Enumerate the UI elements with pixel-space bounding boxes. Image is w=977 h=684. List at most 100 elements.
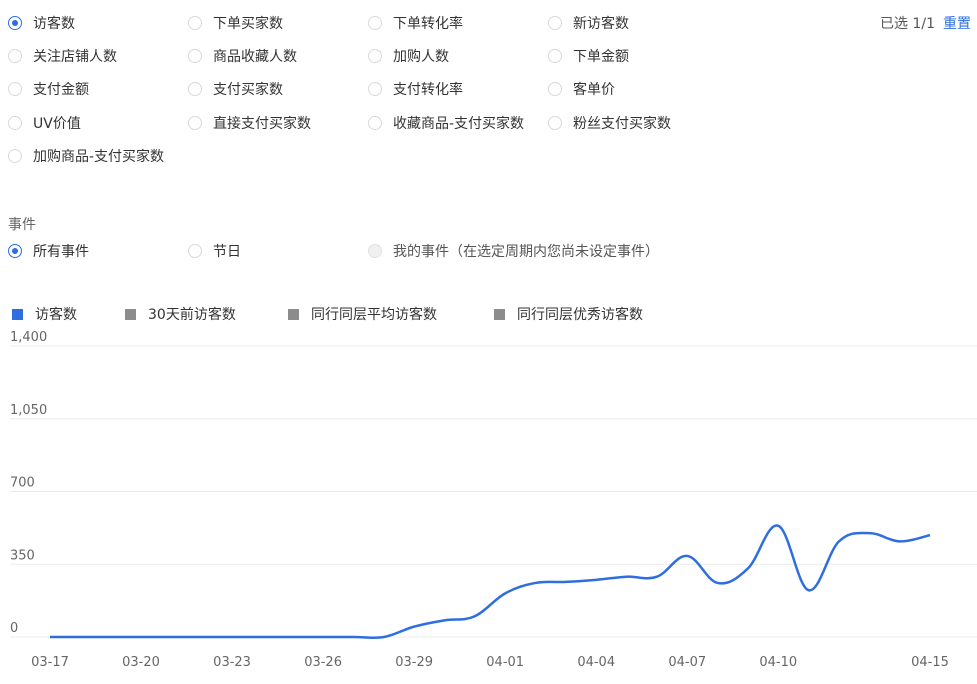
data-point — [837, 539, 841, 543]
legend-swatch — [12, 308, 23, 320]
metric-option[interactable]: 粉丝支付买家数 — [548, 113, 671, 133]
data-point — [412, 625, 416, 629]
event-option[interactable]: 节日 — [188, 241, 241, 261]
legend-item[interactable]: 同行同层平均访客数 — [288, 304, 437, 324]
metric-option[interactable]: 支付转化率 — [368, 79, 463, 99]
data-point — [534, 581, 538, 585]
data-point — [564, 580, 568, 584]
option-label: 下单金额 — [573, 49, 629, 65]
series-line-visitors — [49, 524, 931, 640]
metric-option[interactable]: 支付买家数 — [188, 79, 283, 99]
x-tick-label: 03-29 — [395, 655, 433, 670]
option-label: 直接支付买家数 — [213, 116, 311, 132]
metric-option[interactable]: 加购人数 — [368, 46, 449, 66]
radio-button[interactable] — [188, 82, 202, 96]
reset-link[interactable]: 重置 — [943, 13, 971, 33]
radio-button[interactable] — [8, 82, 22, 96]
metric-option[interactable]: 直接支付买家数 — [188, 113, 311, 133]
y-tick-label: 1,050 — [10, 403, 47, 418]
data-point — [78, 635, 82, 639]
data-point — [746, 566, 750, 570]
chart-legend: 访客数 30天前访客数 同行同层平均访客数 同行同层优秀访客数 — [0, 302, 977, 324]
legend-item[interactable]: 同行同层优秀访客数 — [494, 304, 643, 324]
selected-count: 已选 1/1 — [880, 16, 935, 32]
option-label: 支付金额 — [33, 82, 89, 98]
option-label: 下单买家数 — [213, 16, 283, 32]
metric-option[interactable]: 访客数 — [8, 13, 75, 33]
y-tick-label: 700 — [10, 476, 35, 491]
legend-swatch — [125, 308, 136, 320]
x-tick-label: 03-26 — [304, 655, 342, 670]
metric-option[interactable]: 加购商品-支付买家数 — [8, 146, 164, 166]
y-tick-label: 350 — [10, 548, 35, 563]
event-option: 我的事件（在选定周期内您尚未设定事件） — [368, 241, 659, 261]
radio-button — [368, 244, 382, 258]
x-tick-label: 04-01 — [486, 655, 524, 670]
option-label: 我的事件（在选定周期内您尚未设定事件） — [393, 244, 659, 260]
radio-button[interactable] — [8, 49, 22, 63]
radio-button[interactable] — [368, 82, 382, 96]
radio-button[interactable] — [8, 244, 22, 258]
option-label: 商品收藏人数 — [213, 49, 297, 65]
legend-label: 同行同层平均访客数 — [311, 307, 437, 323]
y-tick-label: 0 — [10, 621, 18, 636]
data-point — [48, 635, 52, 639]
x-tick-label: 04-15 — [911, 655, 949, 670]
data-point — [807, 588, 811, 592]
metric-option[interactable]: 商品收藏人数 — [188, 46, 297, 66]
radio-button[interactable] — [188, 116, 202, 130]
data-point — [685, 554, 689, 558]
radio-button[interactable] — [368, 49, 382, 63]
radio-button[interactable] — [188, 16, 202, 30]
option-label: 客单价 — [573, 82, 615, 98]
legend-label: 30天前访客数 — [148, 307, 236, 323]
radio-button[interactable] — [8, 16, 22, 30]
metric-option[interactable]: UV价值 — [8, 113, 81, 133]
option-label: 加购商品-支付买家数 — [33, 149, 165, 165]
data-point — [503, 591, 507, 595]
data-point — [351, 635, 355, 639]
option-label: 加购人数 — [393, 49, 449, 65]
metric-option[interactable]: 客单价 — [548, 79, 615, 99]
radio-button[interactable] — [368, 116, 382, 130]
metric-option[interactable]: 收藏商品-支付买家数 — [368, 113, 524, 133]
legend-label: 同行同层优秀访客数 — [517, 307, 643, 323]
metric-option[interactable]: 下单转化率 — [368, 13, 463, 33]
data-point — [594, 578, 598, 582]
legend-swatch — [494, 308, 505, 320]
radio-button[interactable] — [8, 116, 22, 130]
legend-item[interactable]: 30天前访客数 — [125, 304, 236, 324]
data-point — [625, 575, 629, 579]
radio-button[interactable] — [188, 244, 202, 258]
metric-option[interactable]: 新访客数 — [548, 13, 629, 33]
x-tick-label: 04-10 — [759, 655, 797, 670]
x-tick-label: 03-20 — [122, 655, 160, 670]
legend-item[interactable]: 访客数 — [12, 304, 77, 324]
option-label: 节日 — [213, 244, 241, 260]
radio-button[interactable] — [548, 116, 562, 130]
radio-button[interactable] — [548, 16, 562, 30]
data-point — [442, 618, 446, 622]
metric-option[interactable]: 支付金额 — [8, 79, 89, 99]
radio-button[interactable] — [8, 149, 22, 163]
radio-button[interactable] — [548, 49, 562, 63]
legend-swatch — [288, 308, 299, 320]
option-label: UV价值 — [33, 116, 81, 132]
metric-option[interactable]: 关注店铺人数 — [8, 46, 117, 66]
data-point — [867, 531, 871, 535]
data-point — [928, 533, 932, 537]
x-tick-label: 03-23 — [213, 655, 251, 670]
radio-button[interactable] — [188, 49, 202, 63]
radio-button[interactable] — [548, 82, 562, 96]
option-label: 支付买家数 — [213, 82, 283, 98]
data-point — [321, 635, 325, 639]
option-label: 收藏商品-支付买家数 — [393, 116, 525, 132]
data-point — [109, 635, 113, 639]
y-tick-label: 1,400 — [10, 330, 47, 345]
data-point — [898, 539, 902, 543]
data-point — [473, 614, 477, 618]
metric-option[interactable]: 下单金额 — [548, 46, 629, 66]
metric-option[interactable]: 下单买家数 — [188, 13, 283, 33]
event-option[interactable]: 所有事件 — [8, 241, 89, 261]
radio-button[interactable] — [368, 16, 382, 30]
